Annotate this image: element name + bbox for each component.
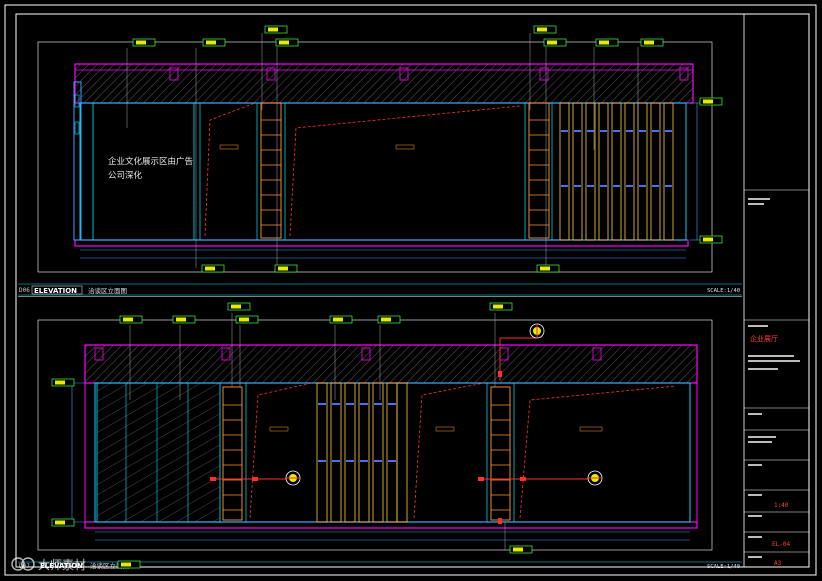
- top-shelf-left: [260, 102, 282, 239]
- callout-tag-fill: [513, 547, 523, 552]
- callout-tag-fill: [231, 304, 241, 309]
- title-block-project-name: 企业展厅: [750, 334, 778, 343]
- top-number-label: D06: [19, 287, 30, 294]
- callout-tag-fill: [540, 266, 550, 271]
- callout-tag-fill: [123, 317, 133, 322]
- callout-tag-fill: [55, 520, 65, 525]
- watermark-brand: 大师素材: [38, 558, 86, 572]
- top-note-line-2: 公司深化: [108, 170, 143, 181]
- top-scale: SCALE:1/40: [707, 288, 740, 294]
- callout-tag-fill: [268, 27, 278, 32]
- callout-tag-fill: [121, 562, 131, 567]
- callout-tag-fill: [239, 317, 249, 322]
- bottom-elevation: [18, 313, 742, 563]
- callout-tag-fill: [279, 40, 289, 45]
- bottom-floor-line: [84, 521, 698, 529]
- callout-tag-fill: [703, 237, 713, 242]
- top-floor-line: [74, 239, 689, 247]
- glass-partition: [96, 382, 221, 523]
- bottom-scale: SCALE:1/40: [707, 564, 740, 570]
- title-block: [743, 14, 809, 567]
- top-note-line-1: 企业文化展示区由广告: [108, 156, 193, 167]
- callout-tag-fill: [703, 99, 713, 104]
- title-block-scale-value: 1:40: [774, 502, 789, 509]
- callout-tag-fill: [136, 40, 146, 45]
- callout-tag-fill: [547, 40, 557, 45]
- callout-tag-fill: [644, 40, 654, 45]
- callout-tag-fill: [205, 266, 215, 271]
- callout-tag-fill: [206, 40, 216, 45]
- title-block-drawing-number: EL-04: [772, 541, 790, 548]
- top-title-cn: 洽谈区立面图: [88, 286, 127, 295]
- callout-tag-fill: [333, 317, 343, 322]
- section-symbol-2: [587, 470, 603, 486]
- callout-tag-fill: [55, 380, 65, 385]
- title-block-sheet-code: A3: [774, 560, 782, 567]
- bottom-shelf-right: [490, 386, 511, 521]
- callout-tag-fill: [381, 317, 391, 322]
- callout-tag-fill: [599, 40, 609, 45]
- bottom-shelf-left: [222, 386, 243, 521]
- callout-tag-fill: [176, 317, 186, 322]
- section-symbol-1: [285, 470, 301, 486]
- callout-tag-fill: [537, 27, 547, 32]
- top-title-en: ELEVATION: [34, 287, 77, 295]
- callout-tag-fill: [278, 266, 288, 271]
- section-symbol-3: [529, 323, 545, 339]
- top-slat-wall: [559, 102, 674, 241]
- cad-drawing-sheet: 企业展厅 1:40 EL-04 A3 企业文化展示区由广告 公司深化 D06 E…: [4, 4, 817, 576]
- callout-tag-fill: [493, 304, 503, 309]
